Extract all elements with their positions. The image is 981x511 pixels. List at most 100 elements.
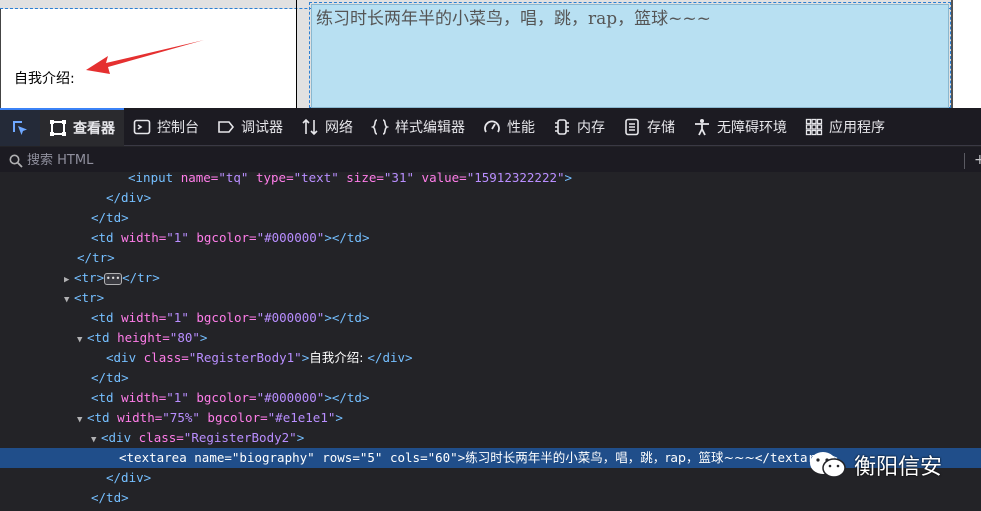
- page-preview: 自我介绍:: [0, 0, 981, 108]
- attr-value: "RegisterBody2": [183, 430, 297, 445]
- tree-node[interactable]: </td>: [0, 208, 981, 228]
- attr-value: "80": [169, 330, 200, 345]
- collapse-twisty-icon[interactable]: ▼: [91, 430, 101, 450]
- attr: rows=: [314, 450, 360, 465]
- tree-node[interactable]: </td>: [0, 488, 981, 508]
- attr-value: "31": [383, 172, 415, 185]
- add-node-icon[interactable]: +: [974, 152, 981, 168]
- tab-debugger[interactable]: 调试器: [208, 108, 292, 146]
- tab-label: 查看器: [73, 120, 115, 137]
- tag: <td: [91, 230, 122, 245]
- tree-node[interactable]: ▼ <div class="RegisterBody2">: [0, 428, 981, 448]
- performance-icon: [484, 120, 500, 132]
- attr: bgcolor=: [188, 230, 257, 245]
- biography-textarea[interactable]: [311, 4, 949, 108]
- tree-node[interactable]: </div>: [0, 188, 981, 208]
- tree-node[interactable]: <div class="RegisterBody1">自我介绍: </div>: [0, 348, 981, 368]
- tab-label: 应用程序: [829, 119, 885, 136]
- style-editor-icon: [371, 118, 389, 135]
- tab-style-editor[interactable]: 样式编辑器: [362, 108, 474, 146]
- attr-value: "1": [166, 310, 189, 325]
- tag: <td: [91, 390, 122, 405]
- network-icon: [302, 118, 318, 135]
- attr: class=: [143, 350, 189, 365]
- tag: <td: [87, 330, 118, 345]
- attr: bgcolor=: [188, 390, 257, 405]
- tag: <tr>: [74, 270, 105, 285]
- attr: value=: [414, 172, 467, 185]
- toolbar-divider: [964, 153, 965, 169]
- attr-value: "60": [427, 450, 458, 465]
- html-search-bar: +: [0, 147, 981, 175]
- intro-label: 自我介绍:: [14, 71, 75, 87]
- attr-value: "15912322222": [466, 172, 565, 185]
- attr: bgcolor=: [188, 310, 257, 325]
- tab-label: 存储: [647, 119, 675, 136]
- tab-accessibility[interactable]: 无障碍环境: [684, 108, 796, 146]
- cell-divider: [296, 0, 297, 108]
- wechat-icon: [810, 452, 846, 478]
- tab-network[interactable]: 网络: [292, 108, 362, 146]
- tag: </div>: [367, 350, 413, 365]
- inspector-icon: [50, 119, 66, 136]
- tab-memory[interactable]: 内存: [544, 108, 614, 146]
- tree-node[interactable]: <input name="tq" type="text" size="31" v…: [0, 172, 981, 188]
- tag: ></td>: [324, 230, 370, 245]
- attr-value: "#000000": [256, 390, 325, 405]
- tag: <div: [106, 350, 144, 365]
- attr-value: "1": [166, 230, 189, 245]
- element-picker-icon: [13, 120, 27, 135]
- tag: >: [296, 430, 305, 445]
- collapse-twisty-icon[interactable]: ▼: [77, 330, 87, 350]
- tab-label: 网络: [325, 119, 353, 136]
- tree-node[interactable]: ▼ <tr>: [0, 288, 981, 308]
- tab-label: 控制台: [157, 119, 199, 136]
- tree-node[interactable]: ▶ <tr> ••• </tr>: [0, 268, 981, 288]
- tag: </td>: [91, 210, 129, 225]
- attr: name=: [194, 450, 232, 465]
- tab-performance[interactable]: 性能: [474, 108, 544, 146]
- tag: <tr>: [74, 290, 105, 305]
- tag: >: [335, 410, 343, 425]
- collapse-twisty-icon[interactable]: ▼: [77, 410, 87, 430]
- tab-console[interactable]: 控制台: [124, 108, 208, 146]
- attr: size=: [338, 172, 384, 185]
- tab-label: 无障碍环境: [717, 119, 787, 136]
- tag: </td>: [91, 490, 129, 505]
- tree-node[interactable]: </td>: [0, 368, 981, 388]
- devtools-toolbar: 查看器 控制台 调试器 网络 样式编辑器 性能 内存 存储 无障碍环境 应用程序: [0, 107, 981, 146]
- expand-twisty-icon[interactable]: ▶: [64, 270, 74, 290]
- tab-label: 样式编辑器: [395, 119, 465, 136]
- search-html-input[interactable]: [27, 153, 627, 168]
- tag: </div>: [106, 470, 152, 485]
- element-picker-button[interactable]: [0, 107, 40, 146]
- collapsed-children-icon[interactable]: •••: [104, 272, 123, 285]
- tab-application[interactable]: 应用程序: [796, 108, 894, 146]
- tag: </tr>: [77, 250, 115, 265]
- tree-node[interactable]: <td width="1" bgcolor="#000000"></td>: [0, 308, 981, 328]
- tab-label: 调试器: [241, 119, 283, 136]
- tag: <input: [128, 172, 181, 185]
- tag: <div: [101, 430, 139, 445]
- tree-node[interactable]: <td width="1" bgcolor="#000000"></td>: [0, 228, 981, 248]
- attr: width=: [121, 310, 167, 325]
- attr-value: "1": [166, 390, 189, 405]
- collapse-twisty-icon[interactable]: ▼: [64, 290, 74, 310]
- search-icon: [9, 154, 23, 168]
- tag: >: [564, 172, 573, 185]
- tree-node[interactable]: </tr>: [0, 248, 981, 268]
- attr: width=: [121, 230, 167, 245]
- tree-node[interactable]: ▼ <td width="75%" bgcolor="#e1e1e1">: [0, 408, 981, 428]
- attr: class=: [138, 430, 184, 445]
- attr: cols=: [382, 450, 428, 465]
- tag: <td: [87, 410, 118, 425]
- tab-inspector[interactable]: 查看器: [40, 107, 124, 146]
- tab-storage[interactable]: 存储: [614, 108, 684, 146]
- debugger-icon: [218, 120, 235, 133]
- attr-value: "#e1e1e1": [267, 410, 336, 425]
- attr-value: "text": [293, 172, 339, 185]
- tag: ></td>: [324, 310, 370, 325]
- tree-node[interactable]: <td width="1" bgcolor="#000000"></td>: [0, 388, 981, 408]
- tree-node[interactable]: ▼ <td height="80">: [0, 328, 981, 348]
- attr: height=: [117, 330, 170, 345]
